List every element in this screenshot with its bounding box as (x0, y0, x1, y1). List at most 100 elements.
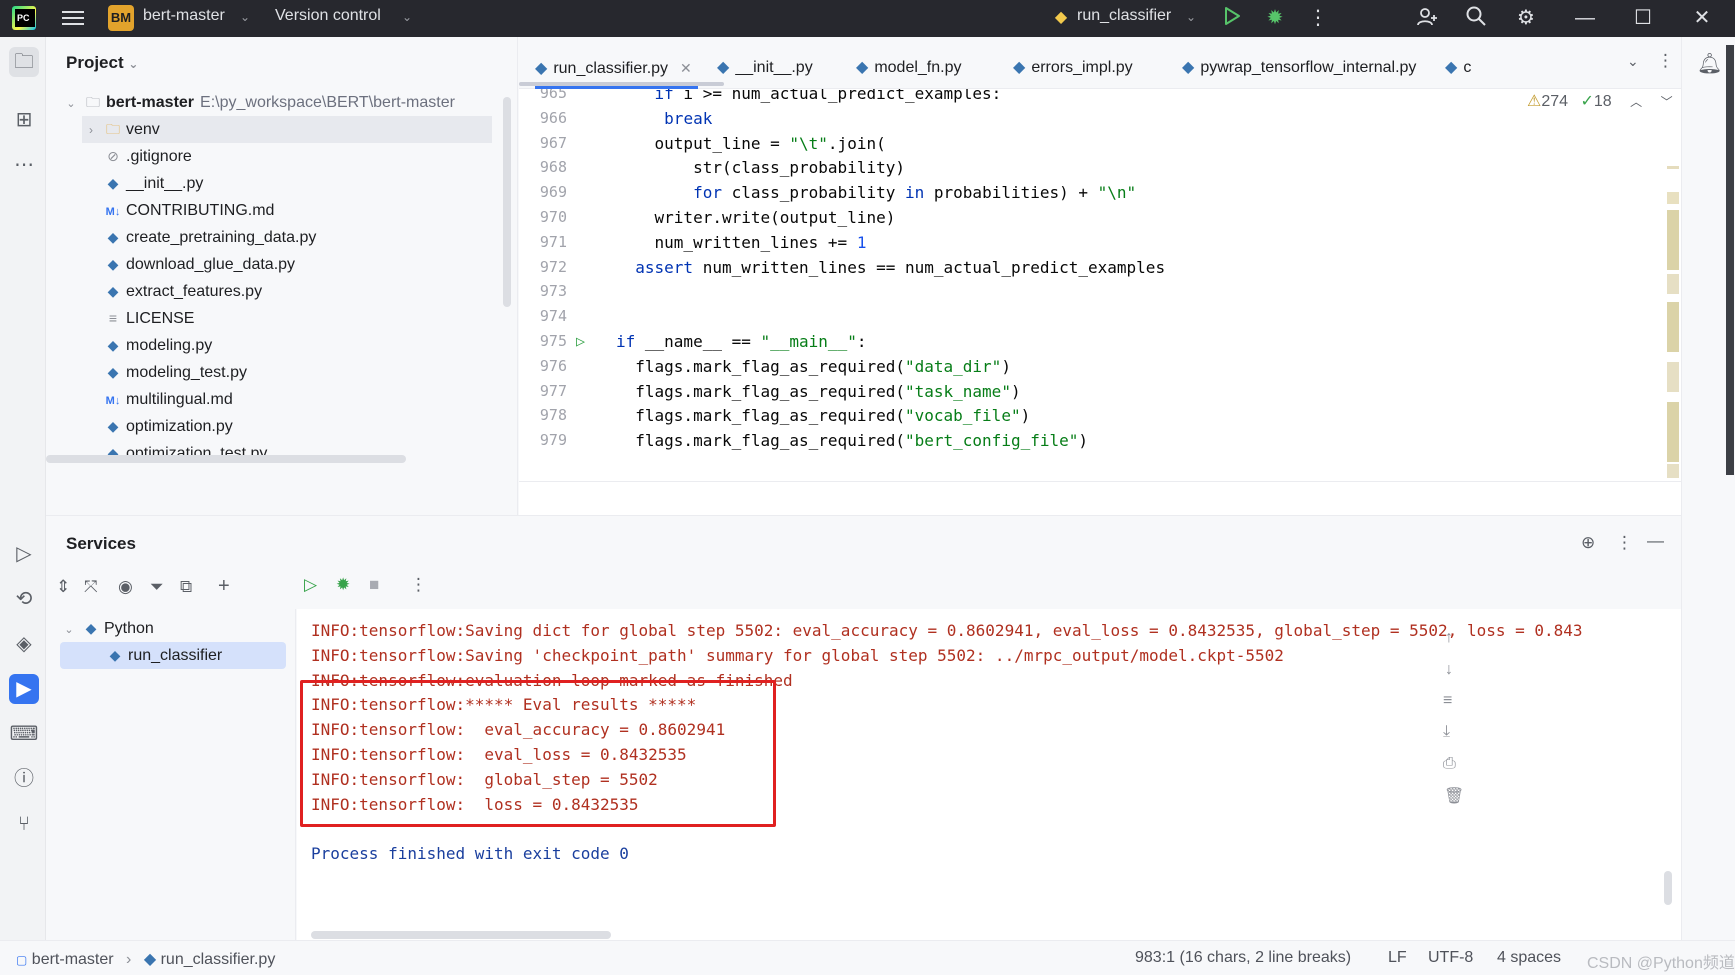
tree-item-run-classifier[interactable]: ◆ run_classifier (60, 642, 286, 669)
project-tree-item[interactable]: › 🗀 venv (82, 116, 492, 143)
line-number: 966 (539, 108, 567, 127)
add-user-icon[interactable] (1414, 5, 1440, 31)
filter-icon[interactable]: ⏷ (150, 577, 164, 597)
project-tree-item[interactable]: ◆ modeling_test.py (82, 359, 247, 386)
project-tree-item[interactable]: ◆ create_pretraining_data.py (82, 224, 317, 251)
run-icon[interactable] (1219, 5, 1245, 31)
project-tree-item[interactable]: ◆ __init__.py (82, 170, 204, 197)
error-stripe[interactable] (1665, 162, 1681, 522)
editor-tab[interactable]: ◆ __init__.py (717, 37, 813, 89)
tab-list-chevron-icon[interactable]: ⌄ (1627, 53, 1639, 70)
scroll-to-end-icon[interactable]: ⤓ (1443, 723, 1450, 741)
git-branch-icon[interactable]: ⑂ (9, 809, 39, 839)
scroll-up-icon[interactable]: ↑ (1445, 629, 1453, 647)
line-number: 972 (539, 257, 567, 276)
code-line: 970 writer.write(output_line) (519, 204, 1649, 231)
tab-scrollbar[interactable] (519, 82, 724, 86)
structure-icon[interactable]: ⊞ (9, 105, 39, 135)
eye-icon[interactable]: ◉ (118, 577, 133, 597)
new-tab-icon[interactable]: ⧉ (180, 577, 192, 597)
run-config-dropdown[interactable]: run_classifier (1077, 7, 1171, 25)
project-tree-item[interactable]: ≡ LICENSE (82, 305, 195, 332)
line-number: 967 (539, 133, 567, 152)
project-tree-item[interactable]: M↓ multilingual.md (82, 386, 233, 413)
python-packages-icon[interactable]: ◈ (9, 629, 39, 659)
project-panel: Project ⌄ ⌄ 🗀 bert-master E:\py_workspace\B… (46, 37, 518, 515)
console-output[interactable]: INFO:tensorflow:Saving dict for global s… (297, 609, 1681, 941)
add-service-icon[interactable]: + (218, 575, 230, 598)
line-separator[interactable]: LF (1388, 949, 1407, 967)
line-number: 969 (539, 183, 567, 202)
project-tree-item[interactable]: ◆ download_glue_data.py (82, 251, 295, 278)
code-text: output_line = "\t".join( (616, 133, 886, 153)
more-horiz-icon[interactable]: ⋯ (9, 150, 39, 180)
notifications-bell-icon[interactable]: 🔔︎ (1697, 51, 1722, 76)
debug-icon[interactable]: ✹ (1262, 5, 1288, 31)
hide-panel-icon[interactable]: — (1647, 531, 1664, 551)
editor-tab[interactable]: ◆ errors_impl.py (1013, 37, 1133, 89)
more-vert-icon[interactable]: ⋮ (1616, 533, 1633, 553)
close-icon[interactable]: ✕ (1689, 5, 1715, 31)
debug-icon[interactable]: ✹ (336, 575, 350, 595)
print-icon[interactable]: ⎙ (1443, 755, 1456, 773)
console-line: Process finished with exit code 0 (311, 844, 629, 864)
close-tab-icon[interactable]: ✕ (680, 60, 692, 76)
more-vert-icon[interactable]: ⋮ (410, 575, 427, 595)
file-encoding[interactable]: UTF-8 (1428, 949, 1473, 967)
services-icon[interactable]: ▶ (9, 674, 39, 704)
horizontal-scrollbar[interactable] (46, 455, 406, 463)
project-tree-item[interactable]: ⊘ .gitignore (82, 143, 192, 170)
project-badge[interactable]: BM (108, 5, 134, 31)
project-tree-item[interactable]: ◆ extract_features.py (82, 278, 262, 305)
tree-root[interactable]: ⌄ 🗀 bert-master E:\py_workspace\BERT\bert-m… (62, 89, 455, 116)
expand-all-icon[interactable]: ⇕ (56, 577, 70, 597)
settings-gear-icon[interactable]: ⚙ (1513, 5, 1539, 31)
console-hscrollbar[interactable] (311, 931, 611, 939)
project-folder-icon[interactable]: 🗀 (9, 47, 39, 77)
console-vscrollbar[interactable] (1664, 871, 1672, 905)
line-number: 970 (539, 208, 567, 226)
project-tree-item[interactable]: M↓ CONTRIBUTING.md (82, 197, 275, 224)
scroll-down-icon[interactable]: ↓ (1445, 661, 1453, 679)
markdown-file-icon: M↓ (105, 395, 121, 407)
chevron-down-icon[interactable]: ﹀ (1661, 95, 1673, 109)
code-text: assert num_written_lines == num_actual_p… (635, 257, 1166, 277)
editor-scrollbar[interactable] (1726, 45, 1734, 475)
locate-icon[interactable]: ⊕ (1581, 533, 1595, 553)
console-line: INFO:tensorflow:Saving 'checkpoint_path'… (311, 645, 1284, 665)
vertical-scrollbar[interactable] (503, 97, 511, 307)
code-line: 975 ▷ if __name__ == "__main__": (519, 328, 1649, 355)
problems-icon[interactable]: ⓘ (9, 764, 39, 794)
project-tree-item[interactable]: ◆ optimization.py (82, 413, 233, 440)
indent-setting[interactable]: 4 spaces (1497, 949, 1561, 967)
python-icon: ◆ (535, 60, 548, 77)
python-console-icon[interactable]: ⟲ (9, 584, 39, 614)
caret-position[interactable]: 983:1 (16 chars, 2 line breaks) (1135, 949, 1351, 967)
run-gutter-icon[interactable]: ▷ (576, 328, 585, 355)
editor-tab[interactable]: ◆ c (1445, 37, 1471, 89)
run-icon[interactable]: ▷ (304, 575, 317, 595)
collapse-all-icon[interactable]: ⤧ (84, 577, 98, 597)
project-name-dropdown[interactable]: bert-master (143, 7, 225, 25)
editor-tab[interactable]: ◆ model_fn.py (856, 37, 961, 89)
stop-icon[interactable]: ■ (369, 575, 379, 595)
terminal-icon[interactable]: ⌨ (9, 719, 39, 749)
code-area[interactable]: 965 if i >= num_actual_predict_examples:… (519, 89, 1649, 481)
more-vert-icon[interactable]: ⋮ (1305, 5, 1331, 31)
minimize-icon[interactable]: — (1572, 5, 1598, 31)
editor-tab[interactable]: ◆ pywrap_tensorflow_internal.py (1182, 37, 1416, 89)
python-icon: ◆ (85, 620, 97, 636)
maximize-icon[interactable]: ☐ (1630, 5, 1656, 31)
main-menu-icon[interactable] (62, 7, 84, 29)
tab-more-icon[interactable]: ⋮ (1657, 51, 1674, 71)
tree-group-python[interactable]: ⌄ ◆ Python (60, 615, 153, 642)
run-tool-icon[interactable]: ▷ (9, 539, 39, 569)
project-panel-title[interactable]: Project ⌄ (66, 53, 138, 73)
project-tree-item[interactable]: ◆ modeling.py (82, 332, 213, 359)
search-icon[interactable] (1463, 5, 1489, 31)
trash-icon[interactable]: 🗑︎ (1444, 786, 1464, 806)
breadcrumb[interactable]: ▢ bert-master › ◆ run_classifier.py (16, 949, 275, 969)
version-control-dropdown[interactable]: Version control (275, 7, 381, 25)
soft-wrap-icon[interactable]: ≡ (1443, 692, 1452, 710)
services-panel: Services ⊕ ⋮ — ⇕ ⤧ ◉ ⏷ ⧉ + ▷ ✹ ■ ⋮ ⌄ ◆ Pyt… (46, 515, 1681, 941)
